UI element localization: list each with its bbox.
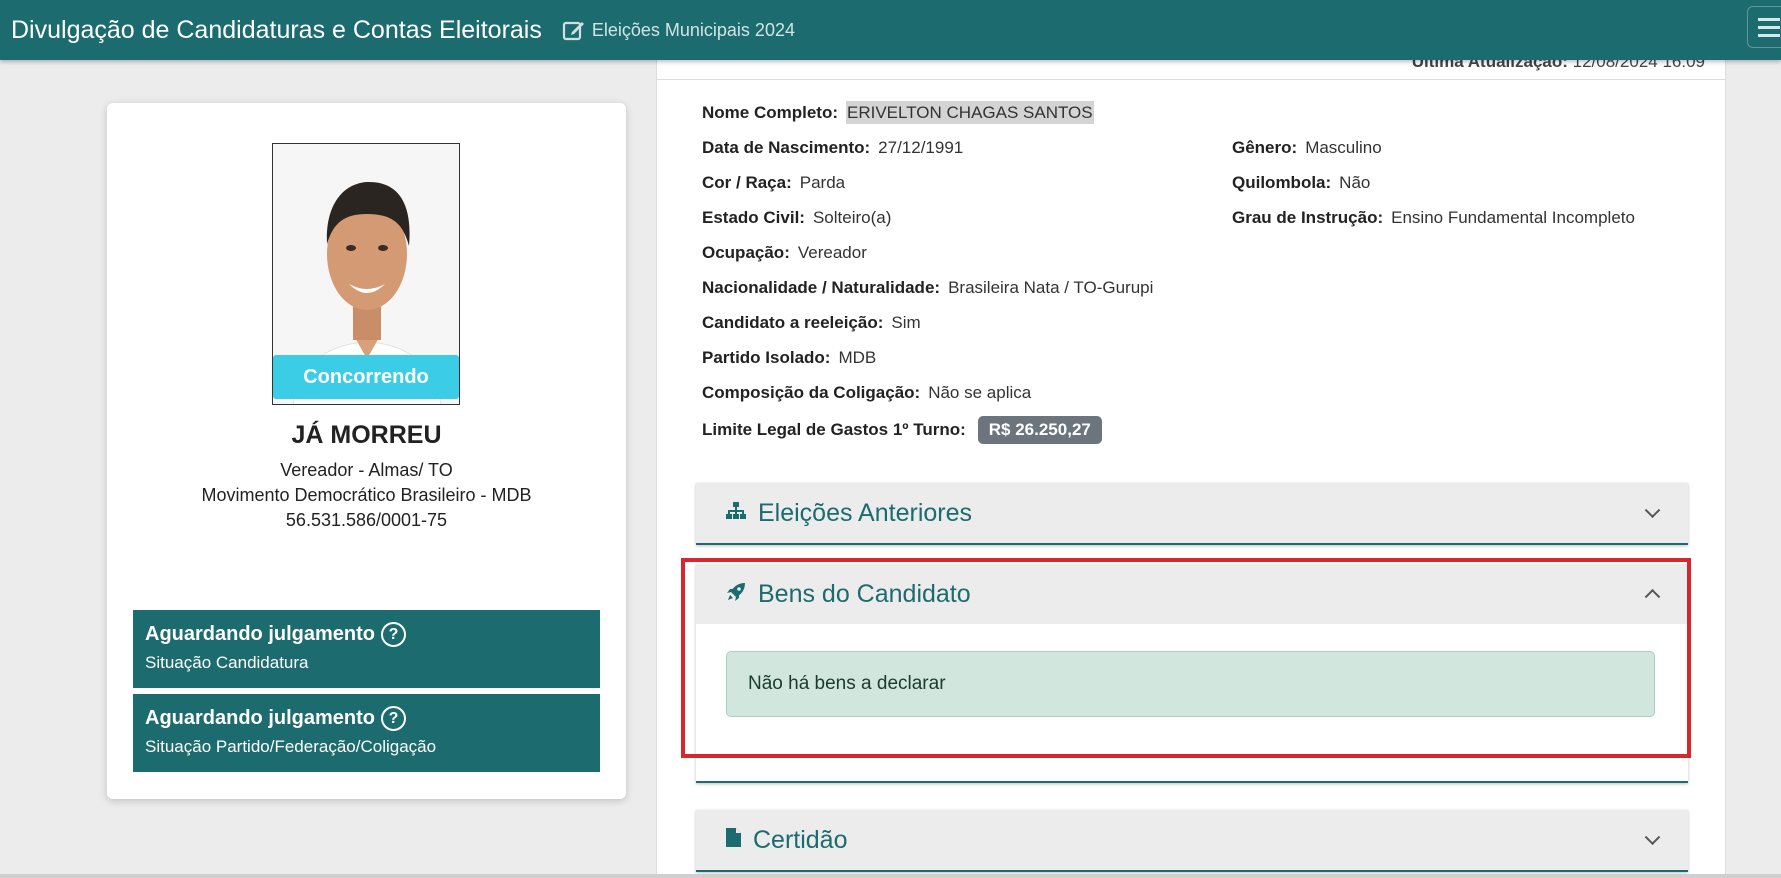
chevron-up-icon	[1644, 588, 1661, 605]
candidate-urn-name: JÁ MORREU	[291, 421, 442, 449]
accordion-eleicoes-anteriores: Eleições Anteriores	[696, 483, 1688, 545]
accordion-title: Eleições Anteriores	[758, 498, 973, 527]
field-nacionalidade: Nacionalidade / Naturalidade: Brasileira …	[702, 278, 1154, 297]
field-quilombola: Quilombola: Não	[1232, 173, 1371, 192]
hamburger-icon	[1758, 17, 1780, 21]
field-data-nascimento: Data de Nascimento: 27/12/1991	[702, 138, 964, 157]
field-genero: Gênero: Masculino	[1232, 138, 1382, 157]
file-icon	[726, 828, 741, 852]
situation-title: Aguardando julgamento	[145, 623, 375, 645]
candidate-details-panel: Última Atualização: 12/08/2024 16:09 Nom…	[656, 60, 1726, 878]
chevron-down-icon	[1644, 829, 1661, 846]
candidate-cnpj: 56.531.586/0001-75	[285, 510, 448, 530]
situation-subtitle: Situação Candidatura	[145, 653, 309, 672]
election-subtitle: Eleições Municipais 2024	[591, 19, 795, 40]
accordion-title: Bens do Candidato	[758, 579, 971, 608]
field-cor-raca: Cor / Raça: Parda	[702, 173, 846, 192]
field-ocupacao: Ocupação: Vereador	[702, 243, 867, 262]
candidate-card: Concorrendo JÁ MORREU Vereador - Almas/ …	[107, 103, 626, 799]
field-partido: Partido Isolado: MDB	[702, 348, 877, 367]
top-navbar: Divulgação de Candidaturas e Contas Elei…	[0, 0, 1781, 60]
menu-toggle-button[interactable]	[1747, 6, 1781, 48]
accordion-bens-candidato: Bens do Candidato Não há bens a declarar	[696, 564, 1688, 783]
candidacy-status-ribbon: Concorrendo	[273, 355, 459, 399]
rocket-icon	[726, 582, 746, 607]
spending-limit-badge: R$ 26.250,27	[977, 416, 1102, 444]
accordion-header-eleicoes-anteriores[interactable]: Eleições Anteriores	[696, 483, 1688, 543]
full-name-value: ERIVELTON CHAGAS SANTOS	[846, 101, 1094, 124]
candidacy-situation-box: Aguardando julgamento ? Situação Candida…	[133, 610, 600, 688]
field-estado-civil: Estado Civil: Solteiro(a)	[702, 208, 892, 227]
candidate-position: Vereador - Almas/ TO	[280, 460, 453, 480]
page-bottom-divider	[0, 874, 1781, 878]
chevron-down-icon	[1644, 502, 1661, 519]
situation-title: Aguardando julgamento	[145, 707, 375, 729]
situation-subtitle: Situação Partido/Federação/Coligação	[145, 737, 437, 756]
accordion-title: Certidão	[753, 825, 848, 854]
last-update-strip: Última Atualização: 12/08/2024 16:09	[657, 60, 1725, 80]
candidate-photo: Concorrendo	[272, 143, 460, 405]
field-coligacao: Composição da Coligação: Não se aplica	[702, 383, 1032, 402]
field-reeleicao: Candidato a reeleição: Sim	[702, 313, 921, 332]
field-grau-instrucao: Grau de Instrução: Ensino Fundamental Inc…	[1232, 208, 1635, 227]
accordion-certidao: Certidão	[696, 810, 1688, 872]
help-icon[interactable]: ?	[381, 706, 406, 731]
last-update-text: Última Atualização: 12/08/2024 16:09	[1411, 60, 1705, 71]
accordion-header-bens-candidato[interactable]: Bens do Candidato	[696, 564, 1688, 624]
party-situation-box: Aguardando julgamento ? Situação Partido…	[133, 694, 600, 772]
help-icon[interactable]: ?	[381, 622, 406, 647]
candidate-party: Movimento Democrático Brasileiro - MDB	[201, 485, 532, 505]
no-assets-alert: Não há bens a declarar	[726, 651, 1655, 717]
edit-icon	[562, 18, 586, 42]
field-limite-gastos: Limite Legal de Gastos 1º Turno: R$ 26.25…	[702, 416, 1102, 444]
field-nome-completo: Nome Completo: ERIVELTON CHAGAS SANTOS	[702, 101, 1094, 124]
app-title[interactable]: Divulgação de Candidaturas e Contas Elei…	[11, 16, 542, 45]
sitemap-icon	[726, 501, 746, 525]
accordion-header-certidao[interactable]: Certidão	[696, 810, 1688, 870]
